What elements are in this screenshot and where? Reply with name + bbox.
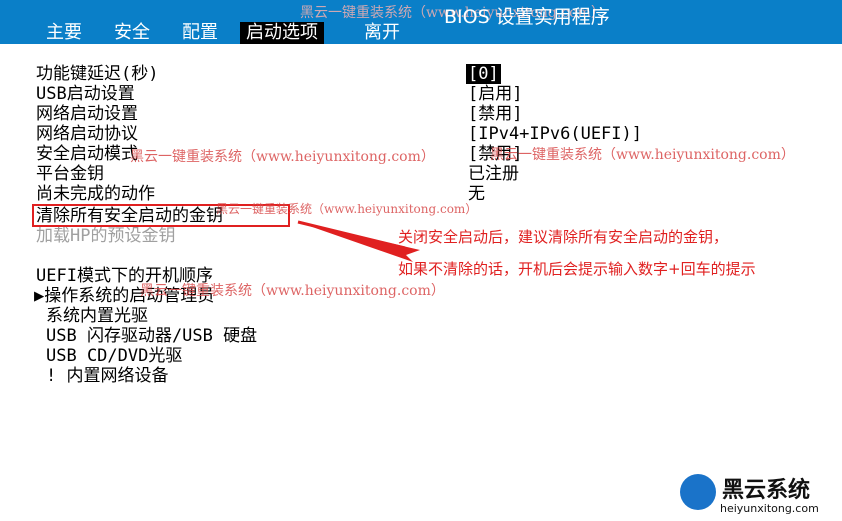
- setting-label-secure-boot-mode[interactable]: 安全启动模式: [36, 144, 138, 164]
- arrow-shaft: [297, 220, 406, 250]
- boot-item-internal-optical[interactable]: 系统内置光驱: [46, 306, 148, 326]
- bios-title: BIOS 设置实用程序: [444, 6, 610, 28]
- setting-value-usb-boot[interactable]: [启用]: [468, 84, 522, 104]
- load-hp-default-keys-item: 加载HP的预设金钥: [36, 226, 176, 246]
- brand-logo: 黑云系统 heiyunxitong.com: [680, 470, 840, 518]
- cloud-logo-icon: [680, 474, 716, 510]
- boot-item-network-device[interactable]: ! 内置网络设备: [46, 366, 168, 386]
- menu-tab-boot-options[interactable]: 启动选项: [240, 22, 324, 44]
- brand-url: heiyunxitong.com: [720, 502, 819, 515]
- setting-label-network-protocol[interactable]: 网络启动协议: [36, 124, 138, 144]
- brand-name: 黑云系统: [722, 478, 811, 503]
- setting-value-network-boot[interactable]: [禁用]: [468, 104, 522, 124]
- watermark-4: 黑云一键重装系统（www.heiyunxitong.com）: [140, 283, 445, 299]
- watermark-1: 黑云一键重装系统（www.heiyunxitong.com）: [130, 149, 435, 165]
- setting-value-network-protocol[interactable]: [IPv4+IPv6(UEFI)]: [468, 124, 642, 144]
- boot-item-usb-cd-dvd[interactable]: USB CD/DVD光驱: [46, 346, 182, 366]
- setting-value-fn-delay[interactable]: [0]: [466, 64, 501, 84]
- annotation-line-2: 如果不清除的话，开机后会提示输入数字+回车的提示: [398, 260, 756, 278]
- bios-header-bar: 黑云一键重装系统（www.heiyunxitong.com） BIOS 设置实用…: [0, 0, 842, 44]
- setting-label-usb-boot[interactable]: USB启动设置: [36, 84, 135, 104]
- setting-value-platform-key: 已注册: [468, 164, 519, 184]
- watermark-2: 黑云一键重装系统（www.heiyunxitong.com）: [490, 147, 795, 163]
- menu-tab-exit[interactable]: 离开: [364, 22, 400, 44]
- menu-tab-main[interactable]: 主要: [46, 22, 82, 44]
- setting-label-pending-action: 尚未完成的动作: [36, 184, 155, 204]
- setting-label-network-boot[interactable]: 网络启动设置: [36, 104, 138, 124]
- menu-tab-config[interactable]: 配置: [182, 22, 218, 44]
- setting-label-fn-delay[interactable]: 功能键延迟(秒): [36, 64, 158, 84]
- annotation-line-1: 关闭安全启动后，建议清除所有安全启动的金钥，: [398, 228, 729, 246]
- setting-label-platform-key: 平台金钥: [36, 164, 104, 184]
- watermark-3: 黑云一键重装系统（www.heiyunxitong.com）: [216, 202, 478, 216]
- menu-tab-security[interactable]: 安全: [114, 22, 150, 44]
- boot-item-usb-flash[interactable]: USB 闪存驱动器/USB 硬盘: [46, 326, 257, 346]
